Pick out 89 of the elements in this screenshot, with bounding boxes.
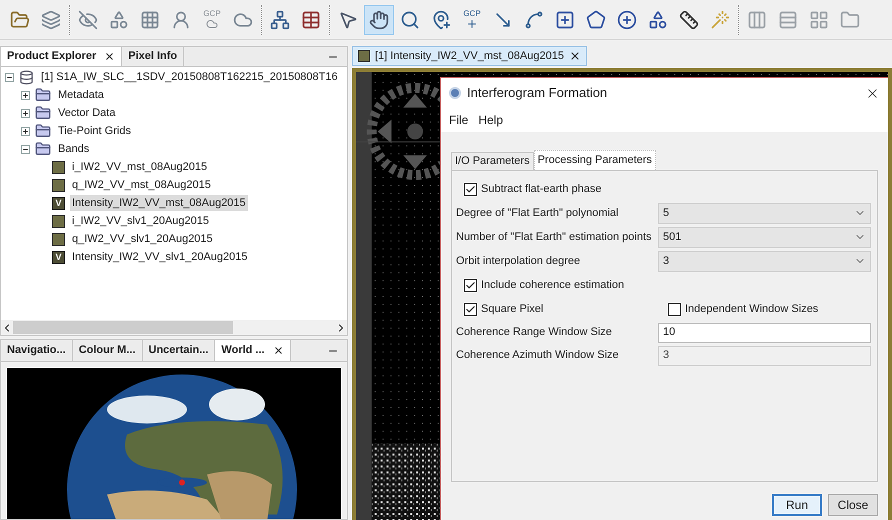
expand-icon[interactable] <box>21 108 30 118</box>
folder-open-icon <box>10 10 30 30</box>
checkbox[interactable] <box>464 302 477 316</box>
field-label: Coherence Range Window Size <box>456 325 613 340</box>
shapes-icon <box>109 10 129 30</box>
band-icon <box>358 50 370 62</box>
folder-icon <box>35 105 51 121</box>
polygon-icon <box>586 10 606 30</box>
toolbar-button[interactable] <box>364 4 394 34</box>
expand-icon[interactable] <box>21 126 30 136</box>
close-icon[interactable] <box>568 50 581 62</box>
tree-item[interactable]: Intensity_IW2_VV_slv1_20Aug2015 <box>70 248 250 266</box>
dialog-button[interactable]: Close <box>828 494 878 516</box>
dropdown[interactable]: 501 <box>658 226 871 248</box>
panel-tab[interactable]: Product Explorer <box>1 47 122 66</box>
pin-plus-icon <box>431 10 451 30</box>
shapes-icon <box>648 10 668 30</box>
circle-plus-icon <box>617 10 637 30</box>
dropdown[interactable]: 3 <box>658 250 871 272</box>
expand-icon[interactable] <box>21 90 30 100</box>
layers-icon <box>41 10 61 30</box>
wand-icon <box>710 10 730 30</box>
band-icon <box>52 160 65 174</box>
network-icon <box>270 10 290 30</box>
window-title: Interferogram Formation <box>467 84 608 102</box>
dialog-tab[interactable]: Processing Parameters <box>534 150 656 170</box>
panel-tab[interactable]: Uncertain... <box>142 340 216 361</box>
figure-icon <box>171 10 191 30</box>
table-icon <box>301 10 321 30</box>
field-label: Orbit interpolation degree <box>456 254 582 269</box>
tree-item[interactable]: Vector Data <box>56 104 118 122</box>
close-icon[interactable] <box>272 345 284 356</box>
rectangle-plus-icon <box>555 10 575 30</box>
band-icon <box>52 232 65 246</box>
close-icon[interactable] <box>104 51 116 62</box>
input-field[interactable]: 10 <box>658 322 871 342</box>
database-icon <box>19 70 34 84</box>
folder-icon <box>35 123 51 139</box>
tree-item[interactable]: i_IW2_VV_slv1_20Aug2015 <box>70 212 211 230</box>
tree-item[interactable]: q_IW2_VV_slv1_20Aug2015 <box>70 230 215 248</box>
menu-item[interactable]: File <box>444 111 474 129</box>
panel-tab[interactable]: World ... <box>215 340 291 361</box>
checkbox-label: Independent Window Sizes <box>685 302 818 317</box>
tree-item[interactable]: i_IW2_VV_mst_08Aug2015 <box>70 158 210 176</box>
tiles-icon <box>809 10 829 30</box>
columns-icon <box>747 10 767 30</box>
tree-item[interactable]: Metadata <box>56 86 106 104</box>
grid-icon <box>140 10 160 30</box>
eye-slash-icon <box>78 10 98 30</box>
band-icon <box>52 214 65 228</box>
virtual-band-icon: V <box>52 196 65 210</box>
panel-tab[interactable]: Colour M... <box>72 340 143 361</box>
folder-icon <box>35 87 51 103</box>
hand-icon <box>369 10 389 30</box>
field-label: Coherence Azimuth Window Size <box>456 348 620 364</box>
tree-item[interactable]: Intensity_IW2_VV_mst_08Aug2015 <box>70 194 248 212</box>
dialog-button[interactable]: Run <box>772 494 822 516</box>
scrollbar[interactable] <box>1 320 347 335</box>
plus-icon <box>466 18 478 30</box>
field-label: Degree of "Flat Earth" polynomial <box>456 206 620 221</box>
pointer-icon <box>338 10 358 30</box>
band-icon <box>52 178 65 192</box>
checkbox[interactable] <box>668 302 681 316</box>
polyline-icon <box>524 10 544 30</box>
folder-icon <box>840 10 860 30</box>
checkbox[interactable] <box>464 182 477 196</box>
checkbox-label: Subtract flat-earth phase <box>481 182 602 197</box>
tree-item[interactable]: q_IW2_VV_mst_08Aug2015 <box>70 176 213 194</box>
tree-item[interactable]: Tie-Point Grids <box>56 122 133 140</box>
menu-item[interactable]: Help <box>473 111 508 129</box>
gcp-add-button[interactable]: GCP <box>457 4 487 34</box>
collapse-icon[interactable] <box>5 72 14 82</box>
ruler-icon <box>679 10 699 30</box>
app-logo-icon <box>449 87 461 99</box>
cloud-icon <box>206 18 218 30</box>
rows-icon <box>778 10 798 30</box>
checkbox[interactable] <box>464 278 477 292</box>
dialog-tab[interactable]: I/O Parameters <box>451 152 534 170</box>
document-tab[interactable]: [1] Intensity_IW2_VV_mst_08Aug2015 <box>352 46 587 66</box>
collapse-icon[interactable] <box>21 144 30 154</box>
folder-icon <box>35 141 51 157</box>
tree-item[interactable]: Bands <box>56 140 92 158</box>
virtual-band-icon: V <box>52 250 65 264</box>
field-label: Number of "Flat Earth" estimation points <box>456 230 653 245</box>
dropdown[interactable]: 5 <box>658 202 871 224</box>
tree-item[interactable]: [1] S1A_IW_SLC__1SDV_20150808T162215_20150808T16 <box>39 68 340 86</box>
zoom-icon <box>400 10 420 30</box>
checkbox-label: Include coherence estimation <box>481 278 624 293</box>
checkbox-label: Square Pixel <box>481 302 544 317</box>
